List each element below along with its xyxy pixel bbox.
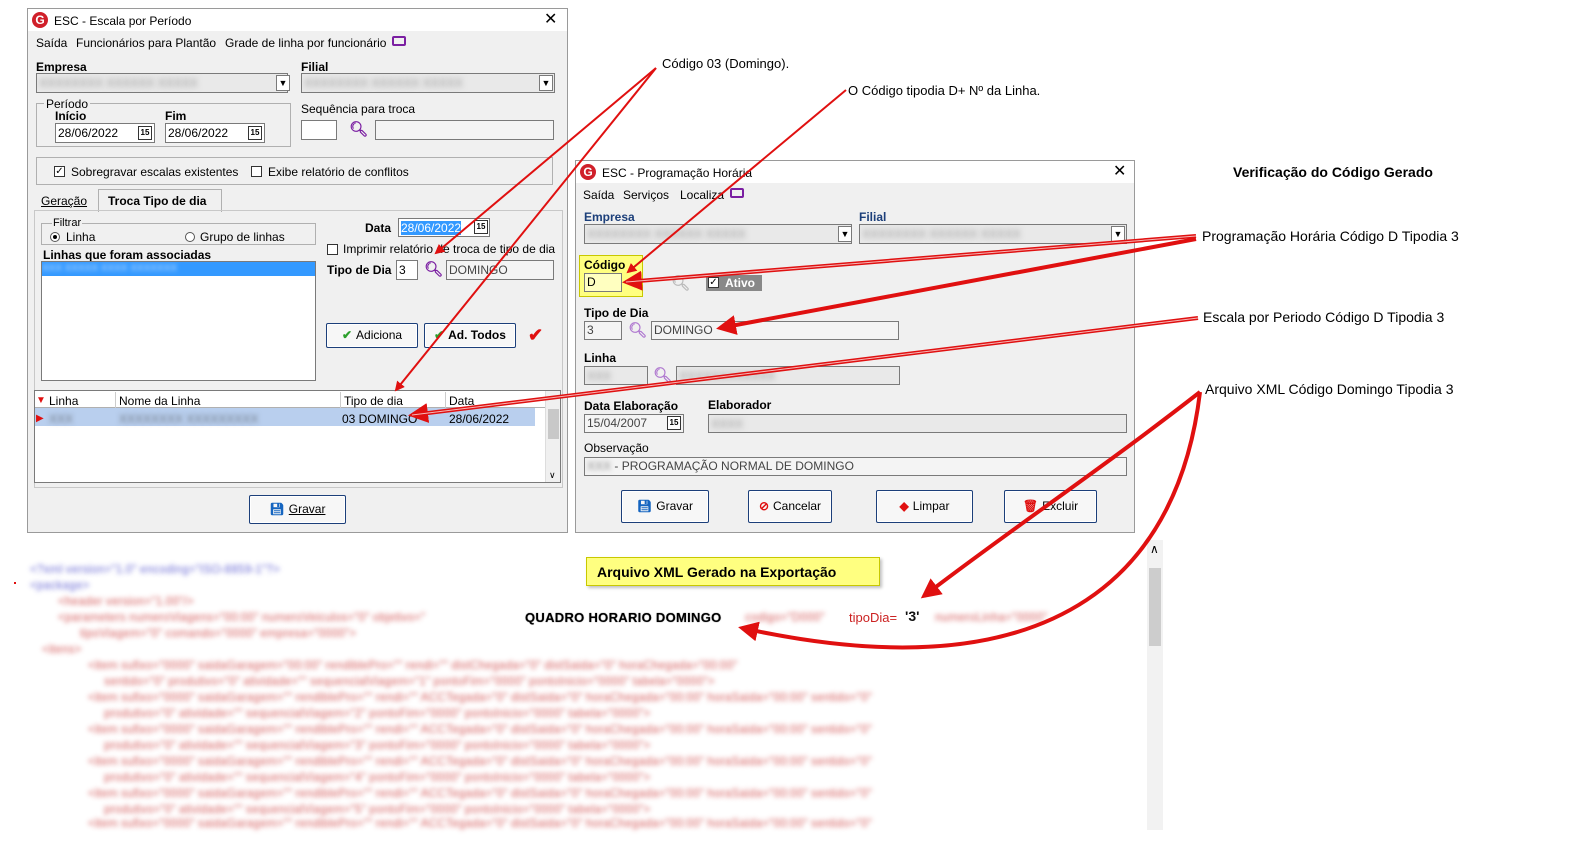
arrow-xml-to-tipodia — [920, 390, 1202, 599]
arrow-xml-to-quadro — [738, 391, 1202, 650]
arrow-to-codigo — [626, 89, 847, 274]
arrow-highlight — [625, 235, 1197, 283]
arrow-to-grid-tipo — [394, 67, 657, 392]
arrow-highlight — [411, 317, 1199, 416]
arrow-prog-to-tipo — [716, 237, 1197, 335]
arrow-to-imprimir — [434, 67, 657, 255]
annotation-arrows — [394, 67, 1202, 650]
